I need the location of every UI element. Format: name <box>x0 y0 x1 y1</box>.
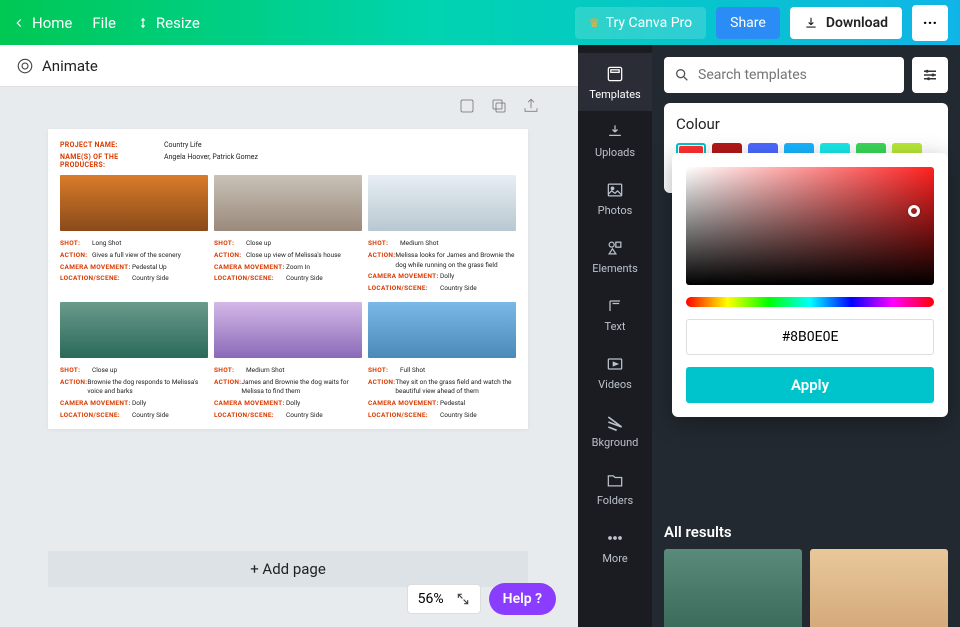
storyboard-document[interactable]: PROJECT NAME:Country Life NAME(S) OF THE… <box>48 129 528 429</box>
zoom-value: 56% <box>418 591 444 607</box>
rail-elements[interactable]: Elements <box>578 227 652 285</box>
top-toolbar: Home File Resize ♛Try Canva Pro Share Do… <box>0 0 960 45</box>
expand-icon[interactable] <box>456 592 470 606</box>
search-icon <box>674 67 690 83</box>
home-button[interactable]: Home <box>12 14 72 32</box>
storyboard-card-text: SHOT:Close upACTION:Close up view of Mel… <box>214 237 362 294</box>
hex-input[interactable] <box>686 319 934 355</box>
filter-button[interactable] <box>912 57 948 93</box>
colour-title: Colour <box>676 115 936 133</box>
right-panel: Colour Apply All results <box>652 45 960 627</box>
storyboard-card-text: SHOT:Medium ShotACTION:James and Brownie… <box>214 364 362 421</box>
producers-label: NAME(S) OF THE PRODUCERS: <box>60 153 164 169</box>
rail-more[interactable]: More <box>578 517 652 575</box>
resize-button[interactable]: Resize <box>136 14 200 32</box>
side-rail: TemplatesUploadsPhotosElementsTextVideos… <box>578 45 652 627</box>
try-pro-button[interactable]: ♛Try Canva Pro <box>575 7 706 39</box>
storyboard-card-text: SHOT:Long ShotACTION:Gives a full view o… <box>60 237 208 294</box>
sliders-icon <box>921 66 939 84</box>
share-button[interactable]: Share <box>716 7 780 39</box>
storyboard-card-text: SHOT:Full ShotACTION:They sit on the gra… <box>368 364 516 421</box>
storyboard-card-text: SHOT:Close upACTION:Brownie the dog resp… <box>60 364 208 421</box>
rail-photos[interactable]: Photos <box>578 169 652 227</box>
animate-bar[interactable]: Animate <box>0 45 578 87</box>
template-thumb[interactable] <box>810 549 948 627</box>
rail-folders[interactable]: Folders <box>578 459 652 517</box>
more-button[interactable]: ··· <box>912 5 948 41</box>
saturation-area[interactable] <box>686 167 934 285</box>
help-button[interactable]: Help ? <box>489 583 556 615</box>
animate-label: Animate <box>42 57 98 75</box>
all-results-heading: All results <box>664 523 948 541</box>
share-icon[interactable] <box>522 97 540 115</box>
picker-cursor[interactable] <box>908 205 920 217</box>
duplicate-icon[interactable] <box>490 97 508 115</box>
search-field[interactable] <box>698 67 894 83</box>
template-thumb[interactable] <box>664 549 802 627</box>
rail-videos[interactable]: Videos <box>578 343 652 401</box>
storyboard-card-text: SHOT:Medium ShotACTION:Melissa looks for… <box>368 237 516 294</box>
search-templates-input[interactable] <box>664 57 904 93</box>
rail-bkground[interactable]: Bkground <box>578 401 652 459</box>
producers-value: Angela Hoover, Patrick Gomez <box>164 153 258 169</box>
file-menu[interactable]: File <box>92 14 116 32</box>
color-picker-popup: Apply <box>672 153 948 417</box>
download-icon <box>804 16 818 30</box>
rail-text[interactable]: Text <box>578 285 652 343</box>
note-icon[interactable] <box>458 97 476 115</box>
add-page-button[interactable]: + Add page <box>48 551 528 587</box>
project-name-label: PROJECT NAME: <box>60 141 164 149</box>
canvas-area: Animate PROJECT NAME:Country Life NAME(S… <box>0 45 578 627</box>
hue-slider[interactable] <box>686 297 934 307</box>
rail-templates[interactable]: Templates <box>578 53 652 111</box>
crown-icon: ♛ <box>589 16 600 30</box>
apply-button[interactable]: Apply <box>686 367 934 403</box>
zoom-control[interactable]: 56% <box>407 584 481 614</box>
download-button[interactable]: Download <box>790 7 902 39</box>
animate-icon <box>16 57 34 75</box>
rail-uploads[interactable]: Uploads <box>578 111 652 169</box>
project-name-value: Country Life <box>164 141 202 149</box>
